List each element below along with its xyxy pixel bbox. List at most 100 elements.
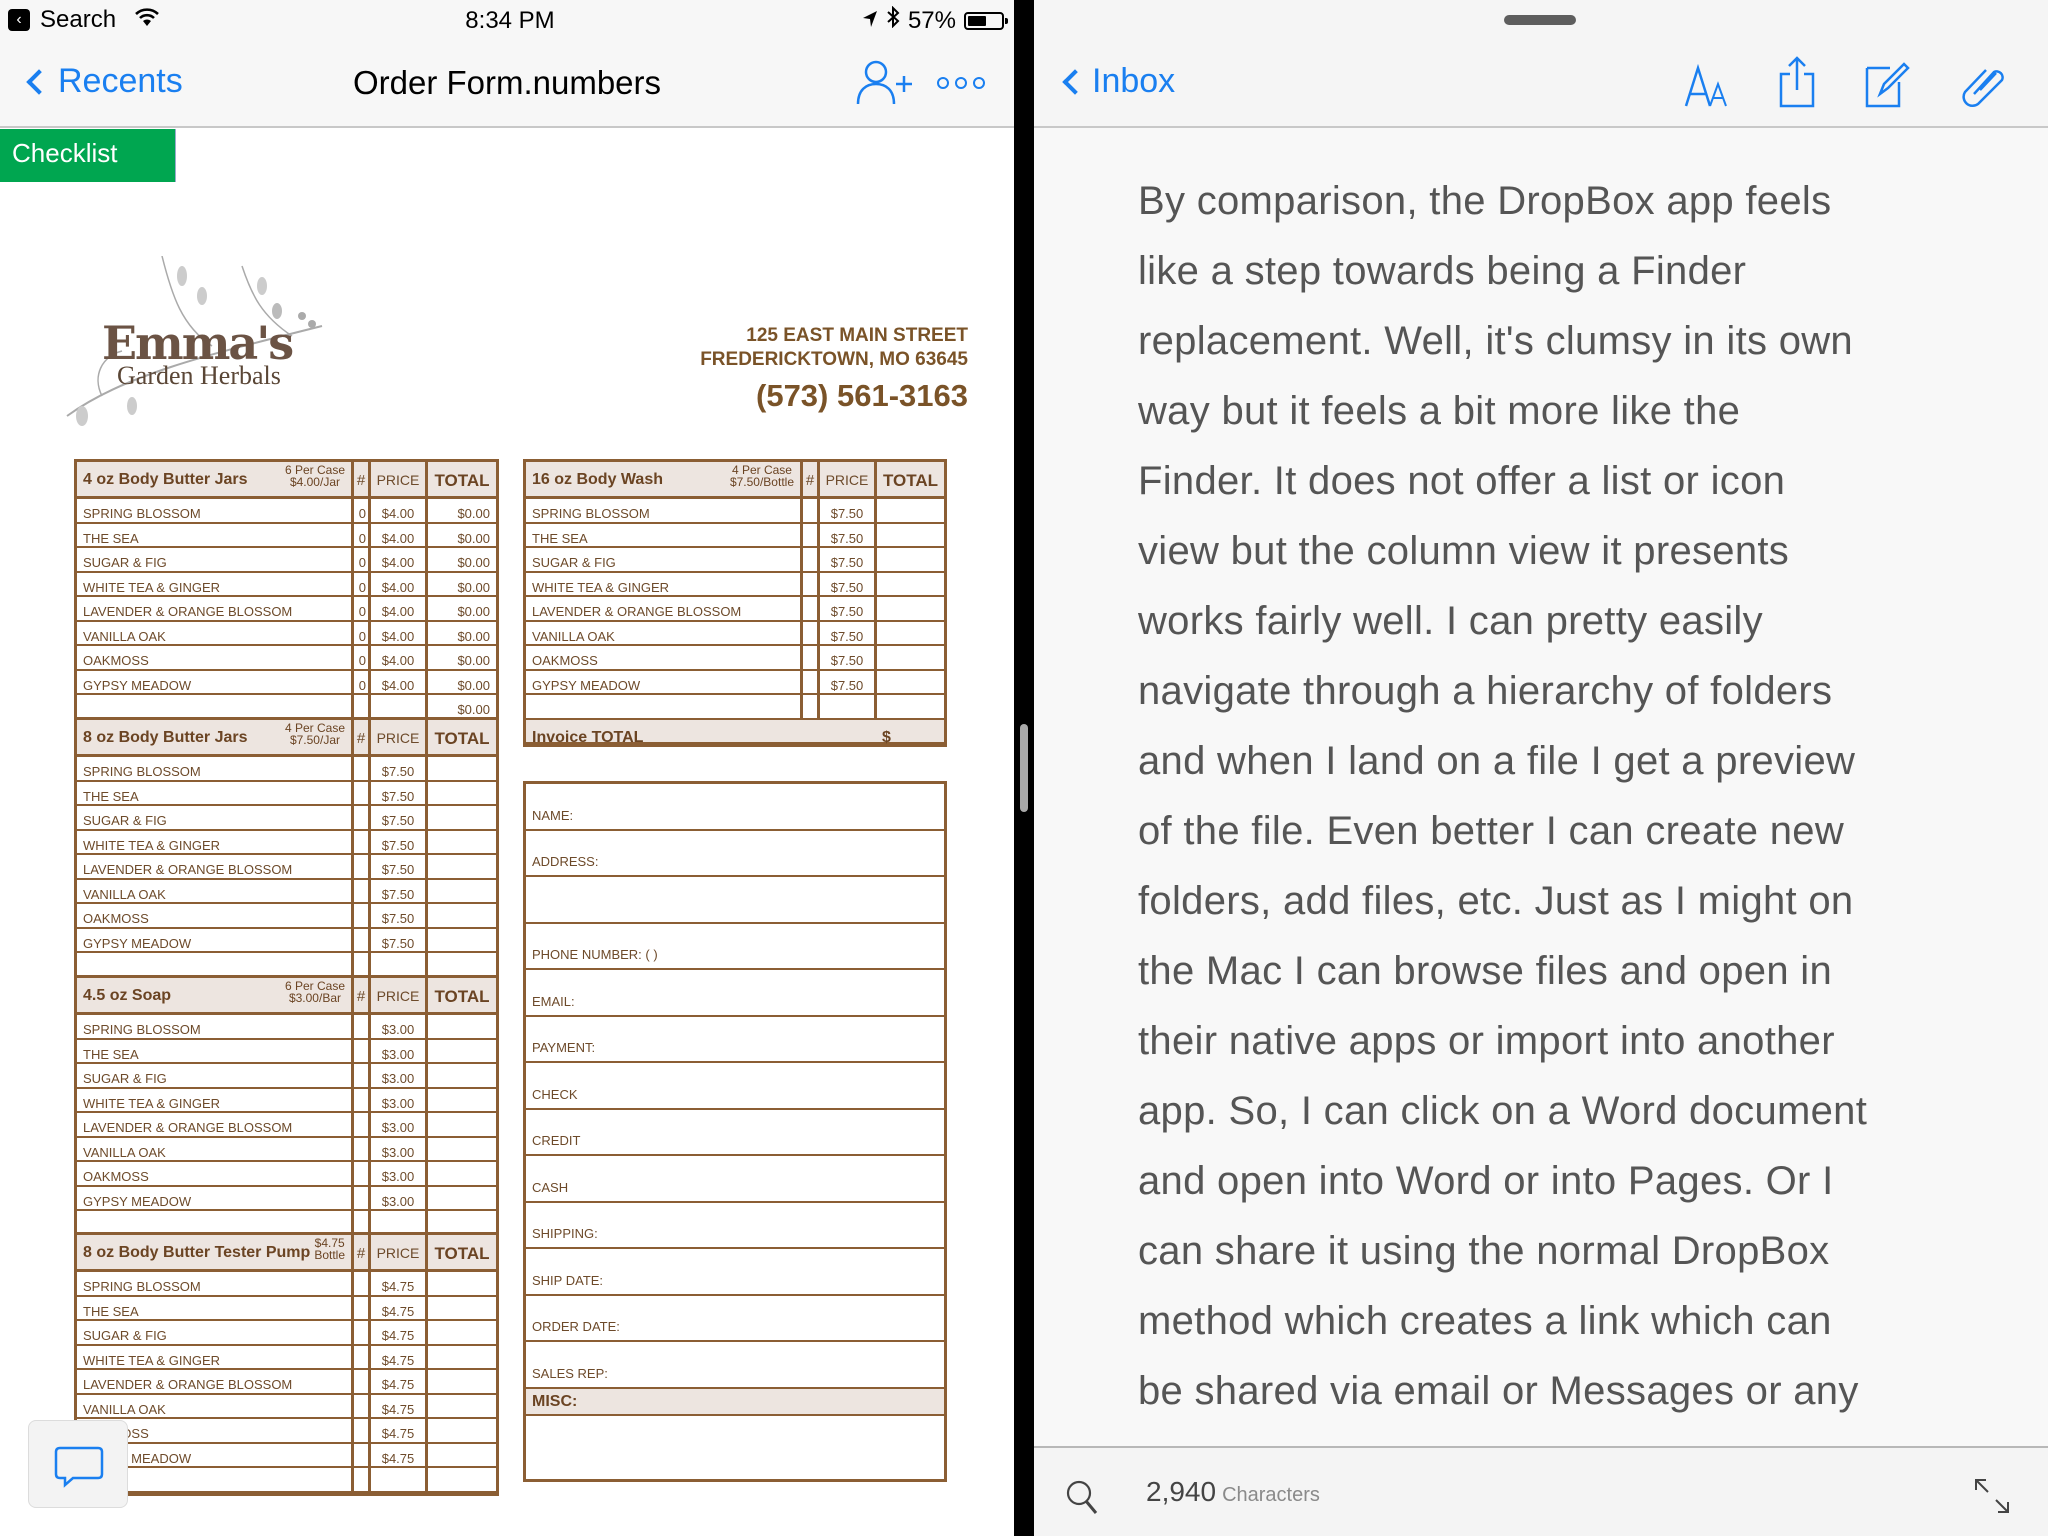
product-name-cell[interactable]: VANILLA OAK (77, 621, 354, 644)
total-cell[interactable] (428, 1395, 496, 1418)
table-row[interactable]: OAKMOSS $7.50 (77, 904, 496, 929)
customer-field-row[interactable]: EMAIL: (526, 970, 944, 1017)
product-name-cell[interactable] (77, 953, 354, 976)
customer-field-row[interactable]: ORDER DATE: (526, 1296, 944, 1342)
price-cell[interactable]: $7.50 (371, 904, 428, 927)
price-cell[interactable]: $4.75 (371, 1394, 428, 1417)
quantity-cell[interactable] (354, 781, 371, 804)
total-cell[interactable] (877, 671, 944, 694)
price-cell[interactable]: $7.50 (371, 879, 428, 902)
price-cell[interactable] (371, 695, 428, 718)
table-row[interactable]: SUGAR & FIG $7.50 (526, 548, 944, 573)
product-name-cell[interactable]: OAKMOSS (77, 1162, 354, 1185)
table-row[interactable]: LAVENDER & ORANGE BLOSSOM $3.00 (77, 1113, 496, 1138)
slide-over-grabber[interactable] (1504, 15, 1576, 25)
message-body[interactable]: By comparison, the DropBox app feels like… (1138, 166, 1998, 1426)
customer-field-row[interactable]: PAYMENT: (526, 1017, 944, 1063)
quantity-cell[interactable] (354, 1394, 371, 1417)
total-cell[interactable] (428, 855, 496, 878)
price-cell[interactable]: $7.50 (820, 646, 877, 669)
product-name-cell[interactable]: SPRING BLOSSOM (77, 1015, 354, 1038)
price-cell[interactable] (371, 953, 428, 976)
total-cell[interactable] (428, 1444, 496, 1467)
quantity-cell[interactable] (354, 1419, 371, 1442)
quantity-cell[interactable] (803, 646, 820, 669)
quantity-cell[interactable] (354, 1113, 371, 1136)
price-cell[interactable]: $7.50 (820, 621, 877, 644)
back-app-label[interactable]: Search (40, 6, 116, 34)
table-row[interactable]: SUGAR & FIG $4.75 (77, 1321, 496, 1346)
back-to-app-icon[interactable]: ‹ (8, 9, 30, 31)
price-cell[interactable]: $7.50 (371, 855, 428, 878)
table-row[interactable]: VANILLA OAK 0 $4.00 $0.00 (77, 621, 496, 646)
price-cell[interactable] (371, 1468, 428, 1491)
inbox-back-button[interactable]: Inbox (1058, 62, 1175, 101)
total-cell[interactable] (428, 831, 496, 854)
table-row[interactable]: SPRING BLOSSOM $3.00 (77, 1015, 496, 1040)
quantity-cell[interactable] (354, 953, 371, 976)
quantity-cell[interactable]: 0 (354, 548, 371, 571)
compose-icon[interactable] (1864, 60, 1912, 113)
total-cell[interactable] (877, 597, 944, 620)
product-name-cell[interactable]: WHITE TEA & GINGER (526, 572, 803, 595)
table-row[interactable]: VANILLA OAK $4.75 (77, 1394, 496, 1419)
quantity-cell[interactable]: 0 (354, 670, 371, 693)
split-view-handle[interactable] (1020, 724, 1028, 812)
table-row[interactable]: WHITE TEA & GINGER $3.00 (77, 1088, 496, 1113)
customer-field-row[interactable]: CHECK (526, 1063, 944, 1110)
quantity-cell[interactable]: 0 (354, 597, 371, 620)
product-name-cell[interactable]: THE SEA (77, 1039, 354, 1062)
table-row[interactable] (77, 1468, 496, 1493)
customer-field-row[interactable]: PHONE NUMBER: ( ) (526, 924, 944, 970)
quantity-cell[interactable]: 0 (354, 523, 371, 546)
table-row[interactable] (526, 695, 944, 720)
quantity-cell[interactable]: 0 (354, 499, 371, 522)
product-name-cell[interactable]: OAKMOSS (77, 646, 354, 669)
price-cell[interactable]: $7.50 (820, 572, 877, 595)
total-cell[interactable] (428, 1138, 496, 1161)
table-row[interactable]: SPRING BLOSSOM 0 $4.00 $0.00 (77, 499, 496, 524)
total-cell[interactable] (877, 499, 944, 522)
quantity-cell[interactable] (354, 1039, 371, 1062)
price-cell[interactable]: $3.00 (371, 1064, 428, 1087)
quantity-cell[interactable] (354, 1468, 371, 1491)
product-name-cell[interactable]: OAKMOSS (77, 904, 354, 927)
price-cell[interactable]: $4.00 (371, 670, 428, 693)
quantity-cell[interactable]: 0 (354, 646, 371, 669)
price-cell[interactable]: $3.00 (371, 1186, 428, 1209)
quantity-cell[interactable] (354, 806, 371, 829)
price-cell[interactable]: $7.50 (820, 670, 877, 693)
product-name-cell[interactable]: SPRING BLOSSOM (77, 757, 354, 780)
product-name-cell[interactable]: LAVENDER & ORANGE BLOSSOM (77, 1370, 354, 1393)
attachment-icon[interactable] (1960, 64, 2004, 113)
total-cell[interactable]: $0.00 (428, 671, 496, 694)
table-row[interactable]: VANILLA OAK $3.00 (77, 1137, 496, 1162)
quantity-cell[interactable]: 0 (354, 621, 371, 644)
quantity-cell[interactable] (803, 499, 820, 522)
table-row[interactable]: VANILLA OAK $7.50 (77, 879, 496, 904)
product-name-cell[interactable]: GYPSY MEADOW (77, 1186, 354, 1209)
price-cell[interactable]: $3.00 (371, 1162, 428, 1185)
product-name-cell[interactable]: SUGAR & FIG (77, 1064, 354, 1087)
table-row[interactable]: VANILLA OAK $7.50 (526, 621, 944, 646)
total-cell[interactable]: $0.00 (428, 646, 496, 669)
quantity-cell[interactable] (354, 1272, 371, 1295)
price-cell[interactable]: $7.50 (371, 781, 428, 804)
table-row[interactable]: SPRING BLOSSOM $4.75 (77, 1272, 496, 1297)
total-cell[interactable] (877, 646, 944, 669)
total-cell[interactable]: $0.00 (428, 597, 496, 620)
quantity-cell[interactable] (803, 621, 820, 644)
price-cell[interactable]: $4.00 (371, 499, 428, 522)
table-row[interactable]: WHITE TEA & GINGER 0 $4.00 $0.00 (77, 572, 496, 597)
total-cell[interactable] (877, 548, 944, 571)
customer-field-row[interactable]: SHIPPING: (526, 1203, 944, 1249)
product-name-cell[interactable]: VANILLA OAK (526, 621, 803, 644)
product-name-cell[interactable]: LAVENDER & ORANGE BLOSSOM (77, 1113, 354, 1136)
quantity-cell[interactable] (354, 1321, 371, 1344)
price-cell[interactable]: $7.50 (820, 548, 877, 571)
invoice-total-value[interactable]: $ (882, 729, 891, 747)
product-name-cell[interactable]: OAKMOSS (526, 646, 803, 669)
quantity-cell[interactable]: 0 (354, 572, 371, 595)
price-cell[interactable]: $3.00 (371, 1137, 428, 1160)
total-cell[interactable] (877, 622, 944, 645)
